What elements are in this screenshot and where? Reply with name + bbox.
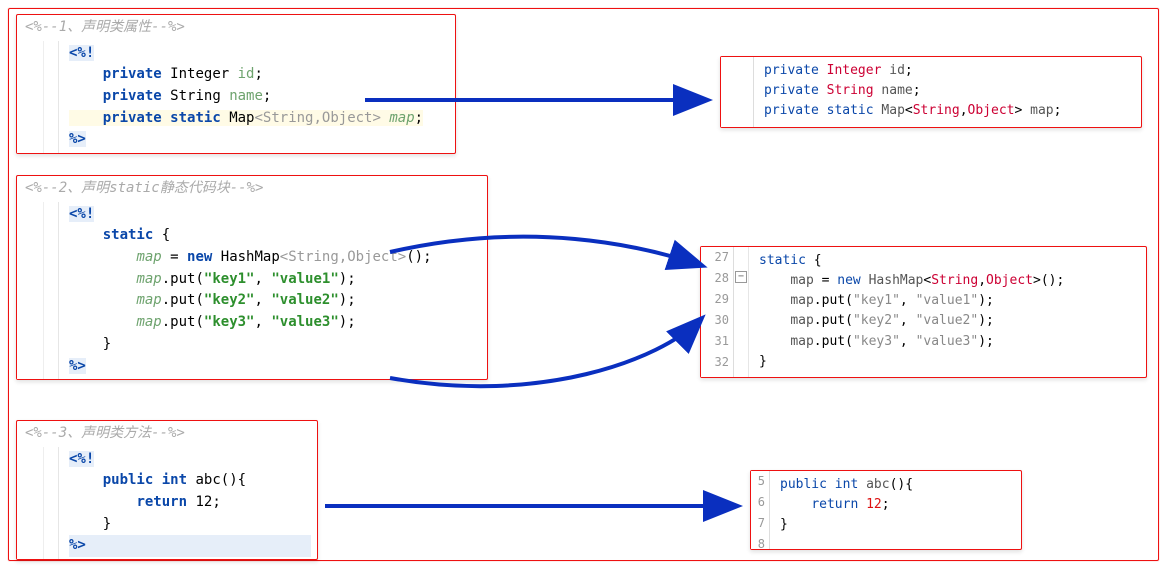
gutter bbox=[721, 57, 754, 127]
panel-2-right: 27 28 29 30 31 32 − static { map = new H… bbox=[700, 246, 1147, 378]
gutter-lines: 5 6 7 8 bbox=[751, 471, 770, 549]
panel-3-left: <%--3、声明类方法--%> <%! public int abc(){ re… bbox=[16, 420, 318, 560]
fold-minus-icon[interactable]: − bbox=[735, 271, 747, 283]
fold bbox=[44, 41, 59, 153]
java-code-2: static { map = new HashMap<String,Object… bbox=[759, 251, 1136, 372]
comment-2: <%--2、声明static静态代码块--%> bbox=[17, 176, 487, 202]
jsp-code-3: <%! public int abc(){ return 12; } %> bbox=[69, 449, 311, 557]
panel-3-right: 5 6 7 8 public int abc(){ return 12; } bbox=[750, 470, 1022, 550]
java-code-1: private Integer id; private String name;… bbox=[764, 61, 1131, 121]
comment-1: <%--1、声明类属性--%> bbox=[17, 15, 455, 41]
java-code-3: public int abc(){ return 12; } bbox=[780, 475, 1011, 535]
gutter-lines: 27 28 29 30 31 32 bbox=[701, 247, 734, 377]
panel-1-right: private Integer id; private String name;… bbox=[720, 56, 1142, 128]
comment-3: <%--3、声明类方法--%> bbox=[17, 421, 317, 447]
gutter bbox=[17, 41, 44, 153]
jsp-code-2: <%! static { map = new HashMap<String,Ob… bbox=[69, 204, 481, 378]
panel-2-left: <%--2、声明static静态代码块--%> <%! static { map… bbox=[16, 175, 488, 380]
panel-1-left: <%--1、声明类属性--%> <%! private Integer id; … bbox=[16, 14, 456, 154]
code-1: <%! private Integer id; private String n… bbox=[17, 41, 455, 153]
fold-col: − bbox=[734, 247, 749, 377]
